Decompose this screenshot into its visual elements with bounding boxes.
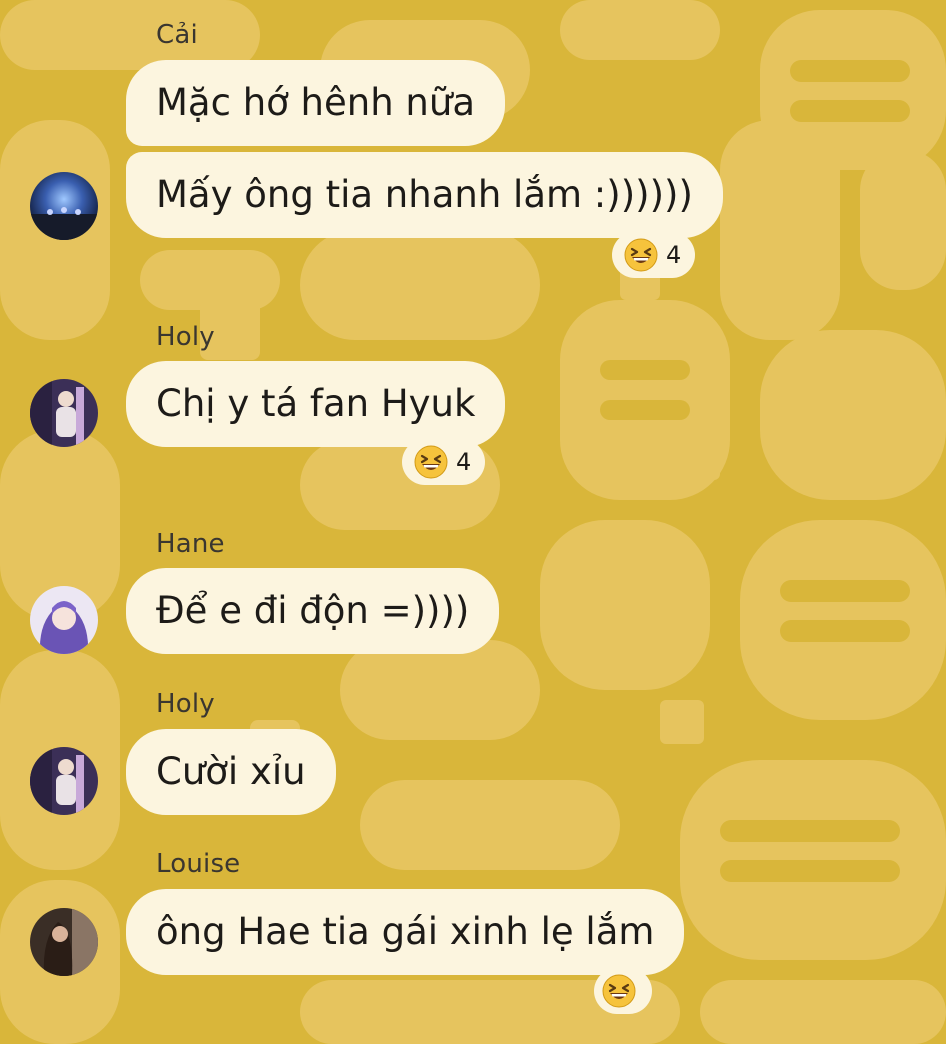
grinning-squinting-face-icon [414,445,448,479]
message-bubble[interactable]: Cười xỉu [126,729,336,815]
grinning-squinting-face-icon [624,238,658,272]
sender-name: Louise [156,849,241,879]
message-bubble[interactable]: ông Hae tia gái xinh lẹ lắm [126,889,685,975]
avatar[interactable] [30,172,98,240]
sender-name: Holy [156,322,215,352]
grinning-squinting-face-icon [602,974,636,1008]
avatar[interactable] [30,586,98,654]
reaction-count: 4 [666,241,682,269]
chat-thread: Cải Mặc hớ hênh nữa Mấy ông tia nhanh lắ… [0,0,946,1044]
avatar[interactable] [30,747,98,815]
sender-name: Holy [156,689,215,719]
sender-name: Cải [156,20,198,50]
reaction-pill[interactable]: 4 [402,439,486,485]
avatar[interactable] [30,908,98,976]
message-bubble[interactable]: Mấy ông tia nhanh lắm :)))))) [126,152,723,238]
message-bubble[interactable]: Chị y tá fan Hyuk [126,361,506,447]
reaction-pill[interactable] [594,968,652,1014]
message-bubble[interactable]: Để e đi độn =)))) [126,568,500,654]
reaction-count: 4 [456,448,472,476]
reaction-pill[interactable]: 4 [612,232,696,278]
sender-name: Hane [156,529,225,559]
avatar[interactable] [30,379,98,447]
message-bubble[interactable]: Mặc hớ hênh nữa [126,60,505,146]
